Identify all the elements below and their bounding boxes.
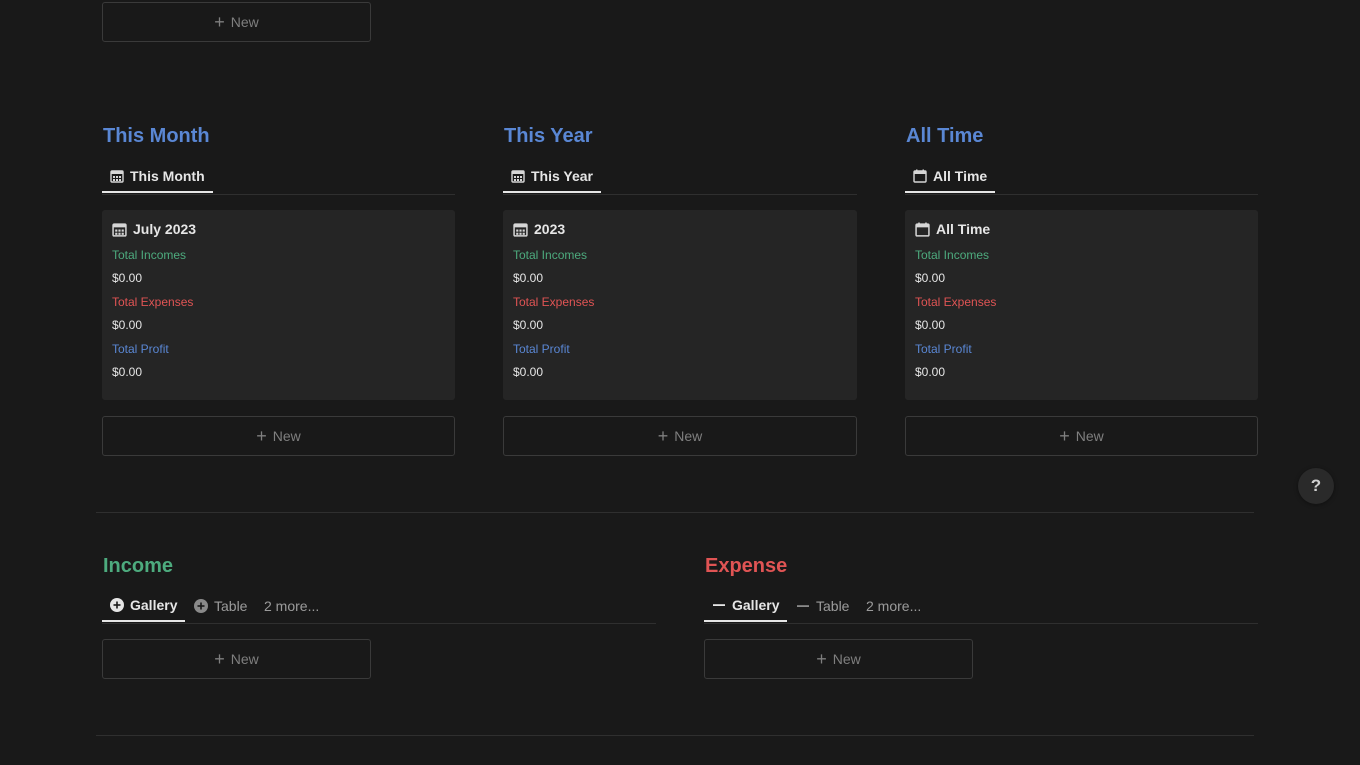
new-button-label: New [272, 428, 301, 444]
plus-icon: + [1059, 426, 1070, 446]
card-title-text: All Time [936, 221, 991, 237]
total-profit-value: $0.00 [915, 365, 946, 379]
total-incomes-value: $0.00 [112, 271, 143, 285]
expense-tabbar: Gallery Table 2 more... [704, 589, 1258, 624]
this-month-tabbar: This Month [102, 160, 455, 195]
total-incomes-label: Total Incomes [513, 248, 588, 262]
plus-circle-icon [110, 597, 124, 612]
total-expenses-value: $0.00 [112, 318, 143, 332]
tab-label: This Year [531, 167, 594, 184]
total-expenses-label: Total Expenses [112, 295, 194, 309]
calendar-icon [913, 169, 927, 183]
tab-label: Table [214, 597, 248, 614]
new-button-label: New [230, 651, 259, 667]
this-month-new-button[interactable]: + New [102, 416, 455, 456]
tab-label: Gallery [130, 596, 178, 613]
total-expenses-label: Total Expenses [513, 295, 595, 309]
total-incomes-value: $0.00 [915, 271, 946, 285]
plus-icon: + [657, 426, 669, 446]
new-button-label: New [230, 14, 259, 30]
income-heading: Income [103, 555, 174, 577]
card-title: 2023 [513, 220, 847, 238]
calendar-grid-icon [112, 222, 127, 237]
help-label: ? [1310, 476, 1322, 495]
new-button-label: New [832, 651, 861, 667]
card-title: All Time [915, 220, 1248, 238]
expense-new-button[interactable]: + New [704, 639, 973, 679]
expense-more-views[interactable]: 2 more... [858, 589, 929, 622]
more-label: 2 more... [264, 597, 320, 614]
all-time-card[interactable]: All Time Total Incomes $0.00 Total Expen… [905, 210, 1258, 400]
this-month-card[interactable]: July 2023 Total Incomes $0.00 Total Expe… [102, 210, 455, 400]
all-time-heading: All Time [906, 125, 984, 147]
card-title: July 2023 [112, 220, 445, 238]
this-year-new-button[interactable]: + New [503, 416, 857, 456]
tab-this-month[interactable]: This Month [102, 160, 213, 193]
this-month-heading: This Month [103, 125, 210, 147]
expense-tab-gallery[interactable]: Gallery [704, 589, 788, 622]
all-time-tabbar: All Time [905, 160, 1258, 195]
plus-icon: + [256, 426, 267, 446]
total-profit-label: Total Profit [513, 342, 570, 356]
income-more-views[interactable]: 2 more... [256, 589, 327, 622]
plus-circle-icon [194, 598, 208, 613]
total-profit-label: Total Profit [915, 342, 972, 356]
section-divider [96, 735, 1254, 736]
total-profit-value: $0.00 [112, 365, 143, 379]
total-expenses-value: $0.00 [513, 318, 544, 332]
minus-icon [796, 599, 810, 613]
all-time-new-button[interactable]: + New [905, 416, 1258, 456]
top-new-button[interactable]: + New [102, 2, 371, 42]
total-profit-label: Total Profit [112, 342, 169, 356]
tab-all-time[interactable]: All Time [905, 160, 996, 193]
this-year-card[interactable]: 2023 Total Incomes $0.00 Total Expenses … [503, 210, 857, 400]
plus-icon: + [816, 649, 827, 669]
plus-icon: + [214, 649, 225, 669]
more-label: 2 more... [866, 597, 922, 614]
card-title-text: July 2023 [133, 221, 197, 237]
total-expenses-label: Total Expenses [915, 295, 997, 309]
tab-label: This Month [130, 167, 205, 184]
total-incomes-value: $0.00 [513, 271, 544, 285]
calendar-grid-icon [511, 169, 525, 183]
new-button-label: New [674, 428, 703, 444]
calendar-grid-icon [513, 222, 528, 237]
income-tab-gallery[interactable]: Gallery [102, 589, 186, 622]
help-button[interactable]: ? [1298, 468, 1334, 504]
card-title-text: 2023 [534, 221, 566, 237]
total-incomes-label: Total Incomes [112, 248, 187, 262]
section-divider [96, 512, 1254, 513]
plus-icon: + [214, 12, 225, 32]
tab-this-year[interactable]: This Year [503, 160, 602, 193]
tab-label: Table [816, 597, 850, 614]
expense-tab-table[interactable]: Table [788, 589, 857, 622]
new-button-label: New [1075, 428, 1104, 444]
income-tab-table[interactable]: Table [186, 589, 255, 622]
minus-icon [712, 598, 726, 612]
income-tabbar: Gallery Table 2 more... [102, 589, 656, 624]
income-new-button[interactable]: + New [102, 639, 371, 679]
calendar-icon [915, 222, 930, 237]
total-incomes-label: Total Incomes [915, 248, 990, 262]
this-year-heading: This Year [504, 125, 593, 147]
total-profit-value: $0.00 [513, 365, 544, 379]
total-expenses-value: $0.00 [915, 318, 946, 332]
this-year-tabbar: This Year [503, 160, 857, 195]
tab-label: Gallery [732, 596, 780, 613]
calendar-grid-icon [110, 169, 124, 183]
tab-label: All Time [933, 167, 988, 184]
expense-heading: Expense [705, 555, 788, 577]
